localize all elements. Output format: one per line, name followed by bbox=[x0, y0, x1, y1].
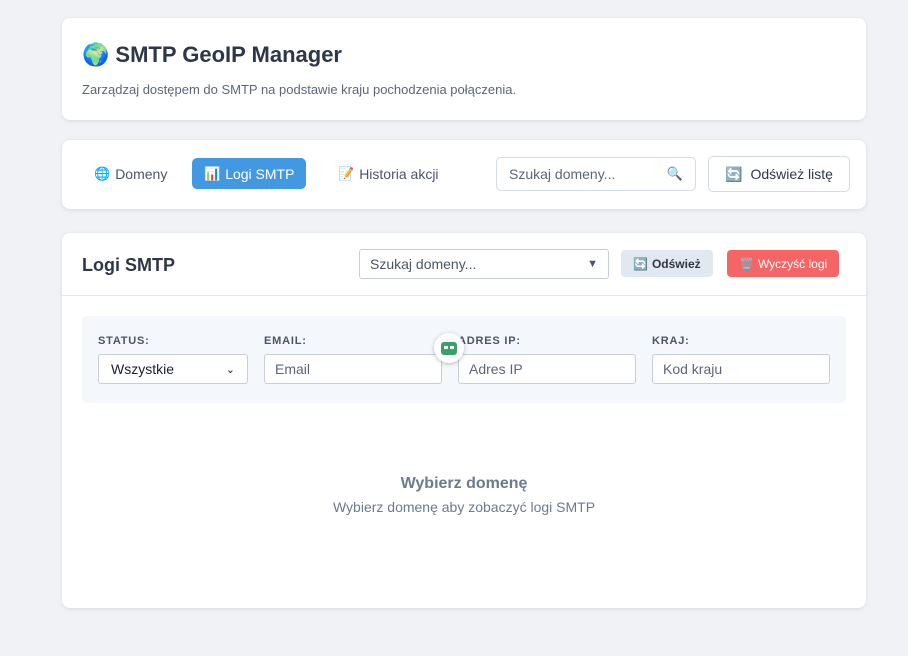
refresh-label: Odśwież bbox=[651, 256, 701, 271]
logs-card: Logi SMTP Szukaj domeny... ▼ 🔄 Odśwież 🗑… bbox=[62, 233, 866, 608]
tab-label: Domeny bbox=[115, 165, 168, 182]
domain-search[interactable]: 🔍 bbox=[496, 157, 696, 191]
divider bbox=[62, 295, 866, 296]
domain-select[interactable]: Szukaj domeny... ▼ bbox=[359, 249, 609, 279]
refresh-list-button[interactable]: 🔄 Odśwież listę bbox=[708, 156, 850, 192]
clear-logs-button[interactable]: 🗑️ Wyczyść logi bbox=[727, 250, 840, 277]
caret-down-icon: ▼ bbox=[587, 258, 598, 270]
tab-historia-akcji[interactable]: 📝 Historia akcji bbox=[326, 158, 451, 189]
ip-label: ADRES IP: bbox=[458, 335, 521, 347]
globe-icon: 🌐 bbox=[94, 165, 111, 181]
refresh-icon: 🔄 bbox=[633, 256, 648, 271]
tab-logi-smtp[interactable]: 📊 Logi SMTP bbox=[192, 158, 307, 189]
domain-search-input[interactable] bbox=[509, 166, 659, 182]
bot-icon[interactable] bbox=[434, 333, 464, 363]
tab-domeny[interactable]: 🌐 Domeny bbox=[82, 158, 179, 189]
filters-panel: STATUS: Wszystkie ⌄ EMAIL: ADRES IP: KRA… bbox=[82, 316, 846, 403]
status-label: STATUS: bbox=[98, 335, 150, 347]
bar-chart-icon: 📊 bbox=[204, 165, 221, 181]
app-title: 🌍 SMTP GeoIP Manager bbox=[82, 42, 342, 68]
clear-logs-label: Wyczyść logi bbox=[757, 256, 828, 271]
email-label: EMAIL: bbox=[264, 335, 307, 347]
ip-input[interactable] bbox=[469, 361, 625, 377]
refresh-button[interactable]: 🔄 Odśwież bbox=[621, 250, 713, 277]
ip-field[interactable] bbox=[458, 354, 636, 384]
globe-icon: 🌍 bbox=[82, 42, 110, 67]
header-card: 🌍 SMTP GeoIP Manager Zarządzaj dostępem … bbox=[62, 18, 866, 120]
refresh-icon: 🔄 bbox=[725, 165, 743, 182]
country-label: KRAJ: bbox=[652, 335, 690, 347]
app-title-text: SMTP GeoIP Manager bbox=[115, 42, 342, 67]
email-input[interactable] bbox=[275, 361, 431, 377]
country-field[interactable] bbox=[652, 354, 830, 384]
empty-state-subtitle: Wybierz domenę aby zobaczyć logi SMTP bbox=[332, 499, 596, 515]
country-input[interactable] bbox=[663, 361, 819, 377]
memo-icon: 📝 bbox=[338, 165, 355, 181]
email-field[interactable] bbox=[264, 354, 442, 384]
app-subtitle: Zarządzaj dostępem do SMTP na podstawie … bbox=[82, 82, 517, 97]
status-select[interactable]: Wszystkie ⌄ bbox=[98, 354, 248, 384]
refresh-list-label: Odśwież listę bbox=[750, 166, 833, 182]
domain-select-value: Szukaj domeny... bbox=[370, 256, 477, 272]
nav-card: 🌐 Domeny 📊 Logi SMTP 📝 Historia akcji 🔍 … bbox=[62, 140, 866, 209]
status-select-value: Wszystkie bbox=[111, 361, 174, 377]
search-icon: 🔍 bbox=[666, 166, 683, 181]
empty-state-title: Wybierz domenę bbox=[400, 475, 528, 492]
trash-icon: 🗑️ bbox=[739, 256, 754, 271]
tab-label: Logi SMTP bbox=[225, 165, 295, 182]
tab-label: Historia akcji bbox=[359, 165, 439, 182]
section-title: Logi SMTP bbox=[82, 255, 175, 275]
bot-face-icon bbox=[441, 341, 457, 355]
chevron-down-icon: ⌄ bbox=[225, 363, 235, 376]
